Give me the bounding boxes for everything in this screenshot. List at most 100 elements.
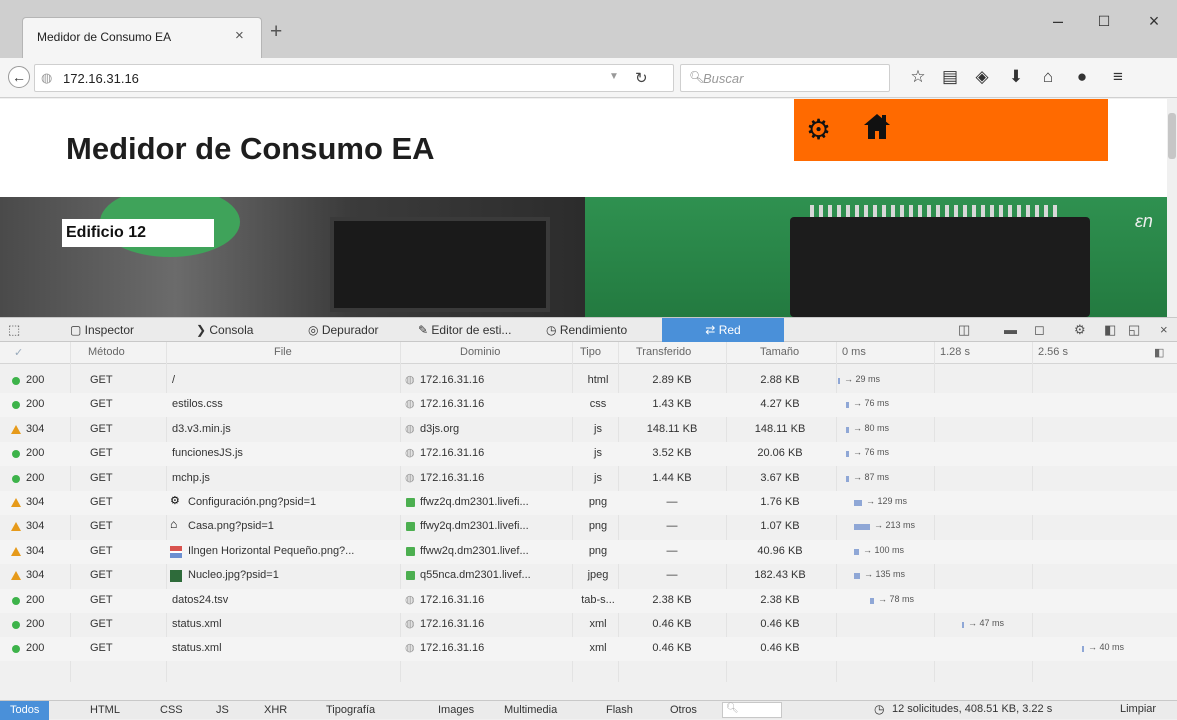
tab-debugger[interactable]: ◎ Depurador <box>300 318 387 342</box>
table-row[interactable]: 200 GET datos24.tsv ◍ 172.16.31.16 tab-s... 2.… <box>0 588 1177 613</box>
tab-style-editor[interactable]: ✎ Editor de esti... <box>410 318 519 342</box>
building-label: Edificio 12 <box>62 219 214 247</box>
gear-icon[interactable]: ⚙ <box>806 113 831 146</box>
request-domain: 172.16.31.16 <box>420 618 485 630</box>
column-method[interactable]: Método <box>88 346 125 358</box>
home-toolbar-icon[interactable]: ⌂ <box>1036 65 1060 89</box>
search-placeholder[interactable]: Buscar <box>703 71 743 86</box>
filter-search-input[interactable]: 🔍︎ <box>722 702 782 718</box>
column-type[interactable]: Tipo <box>580 346 601 358</box>
request-method: GET <box>90 520 113 533</box>
url-bar[interactable]: ◍ 172.16.31.16 ▼ ↻ <box>34 64 674 92</box>
minimize-button[interactable]: – <box>1038 6 1078 36</box>
request-type: css <box>589 398 607 411</box>
close-devtools-icon[interactable]: × <box>1160 322 1168 337</box>
menu-hamburger-icon[interactable]: ≡ <box>1106 65 1130 89</box>
request-method: GET <box>90 471 113 484</box>
table-row[interactable]: 304 GET ⚙ Configuración.png?psid=1 ffwz2q.dm… <box>0 491 1177 515</box>
home-icon[interactable] <box>862 111 892 141</box>
house-thumbnail-icon: ⌂ <box>170 517 178 532</box>
table-row[interactable]: 304 GET d3.v3.min.js ◍ d3js.org js 148.11 KB 14… <box>0 418 1177 442</box>
filter-xhr[interactable]: XHR <box>254 701 297 720</box>
tab-close-button[interactable]: × <box>235 27 244 44</box>
table-row[interactable]: 200 GET mchp.js ◍ 172.16.31.16 js 1.44 KB 3.67 … <box>0 467 1177 491</box>
reload-icon[interactable]: ↻ <box>635 69 648 87</box>
column-file[interactable]: File <box>274 346 292 358</box>
waterfall-collapse-icon[interactable]: ◧ <box>1154 346 1164 359</box>
table-row[interactable]: 200 GET estilos.css ◍ 172.16.31.16 css 1.43 KB… <box>0 393 1177 418</box>
pocket-icon[interactable]: ◈ <box>970 65 994 89</box>
request-file[interactable]: status.xml <box>172 642 222 654</box>
table-row[interactable]: 200 GET status.xml ◍ 172.16.31.16 xml 0.46 KB 0… <box>0 637 1177 662</box>
column-size[interactable]: Tamaño <box>760 346 799 358</box>
tab-performance[interactable]: ◷ Rendimiento <box>538 318 635 342</box>
request-method: GET <box>90 398 113 411</box>
back-arrow-icon[interactable]: ← <box>8 66 30 88</box>
status-column-check-icon[interactable]: ✓ <box>14 346 23 359</box>
settings-gear-icon[interactable]: ⚙ <box>1074 322 1086 338</box>
url-text[interactable]: 172.16.31.16 <box>63 71 139 86</box>
reading-list-icon[interactable]: ▤ <box>938 65 962 89</box>
filter-all[interactable]: Todos <box>0 701 50 720</box>
request-method: GET <box>90 569 113 582</box>
waterfall-bar <box>1082 646 1084 653</box>
tab-inspector[interactable]: ▢ Inspector <box>62 318 142 342</box>
status-ok-icon <box>12 474 20 483</box>
undock-icon[interactable]: ◱ <box>1128 322 1140 338</box>
search-bar[interactable]: 🔍︎ Buscar <box>680 64 890 92</box>
table-row[interactable]: 200 GET funcionesJS.js ◍ 172.16.31.16 js 3.52 … <box>0 442 1177 467</box>
split-console-icon[interactable]: ◫ <box>958 322 970 338</box>
screenshot-icon[interactable]: ◻ <box>1034 322 1045 338</box>
request-file[interactable]: Ilngen Horizontal Pequeño.png?... <box>188 545 354 557</box>
request-file[interactable]: Nucleo.jpg?psid=1 <box>188 569 279 581</box>
waterfall-tick-2: 2.56 s <box>1038 346 1068 358</box>
request-file[interactable]: estilos.css <box>172 398 223 410</box>
page-scrollbar-thumb[interactable] <box>1168 113 1176 159</box>
table-row[interactable]: 304 GET ⌂ Casa.png?psid=1 ffwy2q.dm2301.live… <box>0 515 1177 539</box>
table-row[interactable]: 304 GET Nucleo.jpg?psid=1 q55nca.dm2301.liv… <box>0 564 1177 588</box>
filter-fonts[interactable]: Tipografía <box>316 701 385 720</box>
filter-media[interactable]: Multimedia <box>494 701 567 720</box>
request-transferred: 1.43 KB <box>652 398 692 411</box>
request-file[interactable]: Configuración.png?psid=1 <box>188 496 316 508</box>
request-file[interactable]: / <box>172 374 175 386</box>
download-icon[interactable]: ⬇ <box>1004 65 1028 89</box>
clear-button[interactable]: Limpiar <box>1120 703 1156 715</box>
request-file[interactable]: status.xml <box>172 618 222 630</box>
dock-side-icon[interactable]: ◧ <box>1104 322 1116 338</box>
globe-icon: ◍ <box>405 593 415 606</box>
maximize-button[interactable]: ☐ <box>1084 6 1124 36</box>
table-row[interactable]: 304 GET Ilngen Horizontal Pequeño.png?... f… <box>0 539 1177 564</box>
request-file[interactable]: funcionesJS.js <box>172 447 243 459</box>
responsive-icon[interactable]: ▬ <box>1004 322 1017 337</box>
status-cached-icon <box>11 498 21 507</box>
url-dropdown-icon[interactable]: ▼ <box>609 71 619 82</box>
column-domain[interactable]: Dominio <box>460 346 500 358</box>
request-file[interactable]: datos24.tsv <box>172 594 228 606</box>
request-method: GET <box>90 447 113 460</box>
browser-tab[interactable]: Medidor de Consumo EA × <box>22 17 262 58</box>
filter-images[interactable]: Images <box>428 701 484 720</box>
request-file[interactable]: Casa.png?psid=1 <box>188 520 274 532</box>
request-size: 148.11 KB <box>754 422 806 435</box>
close-window-button[interactable]: × <box>1134 6 1174 36</box>
filter-flash[interactable]: Flash <box>596 701 643 720</box>
table-row[interactable]: 200 GET / ◍ 172.16.31.16 html 2.89 KB 2.88 KB → … <box>0 369 1177 393</box>
table-row[interactable]: 200 GET status.xml ◍ 172.16.31.16 xml 0.46 KB 0… <box>0 613 1177 637</box>
tab-console[interactable]: ❯ Consola <box>188 318 261 342</box>
filter-js[interactable]: JS <box>206 701 239 720</box>
filter-html[interactable]: HTML <box>80 701 130 720</box>
request-file[interactable]: mchp.js <box>172 472 210 484</box>
tab-network[interactable]: ⇄ Red <box>662 318 784 342</box>
pick-element-icon[interactable]: ⬚ <box>8 322 20 338</box>
new-tab-button[interactable]: + <box>270 20 282 44</box>
request-file[interactable]: d3.v3.min.js <box>172 423 231 435</box>
chat-icon[interactable]: ● <box>1070 65 1094 89</box>
status-code: 304 <box>26 520 45 533</box>
filter-other[interactable]: Otros <box>660 701 707 720</box>
filter-css[interactable]: CSS <box>150 701 193 720</box>
waterfall-time: → 129 ms <box>866 496 908 506</box>
column-transferred[interactable]: Transferido <box>636 346 691 358</box>
request-transferred: 2.38 KB <box>652 593 692 606</box>
bookmark-star-icon[interactable]: ☆ <box>906 65 930 89</box>
